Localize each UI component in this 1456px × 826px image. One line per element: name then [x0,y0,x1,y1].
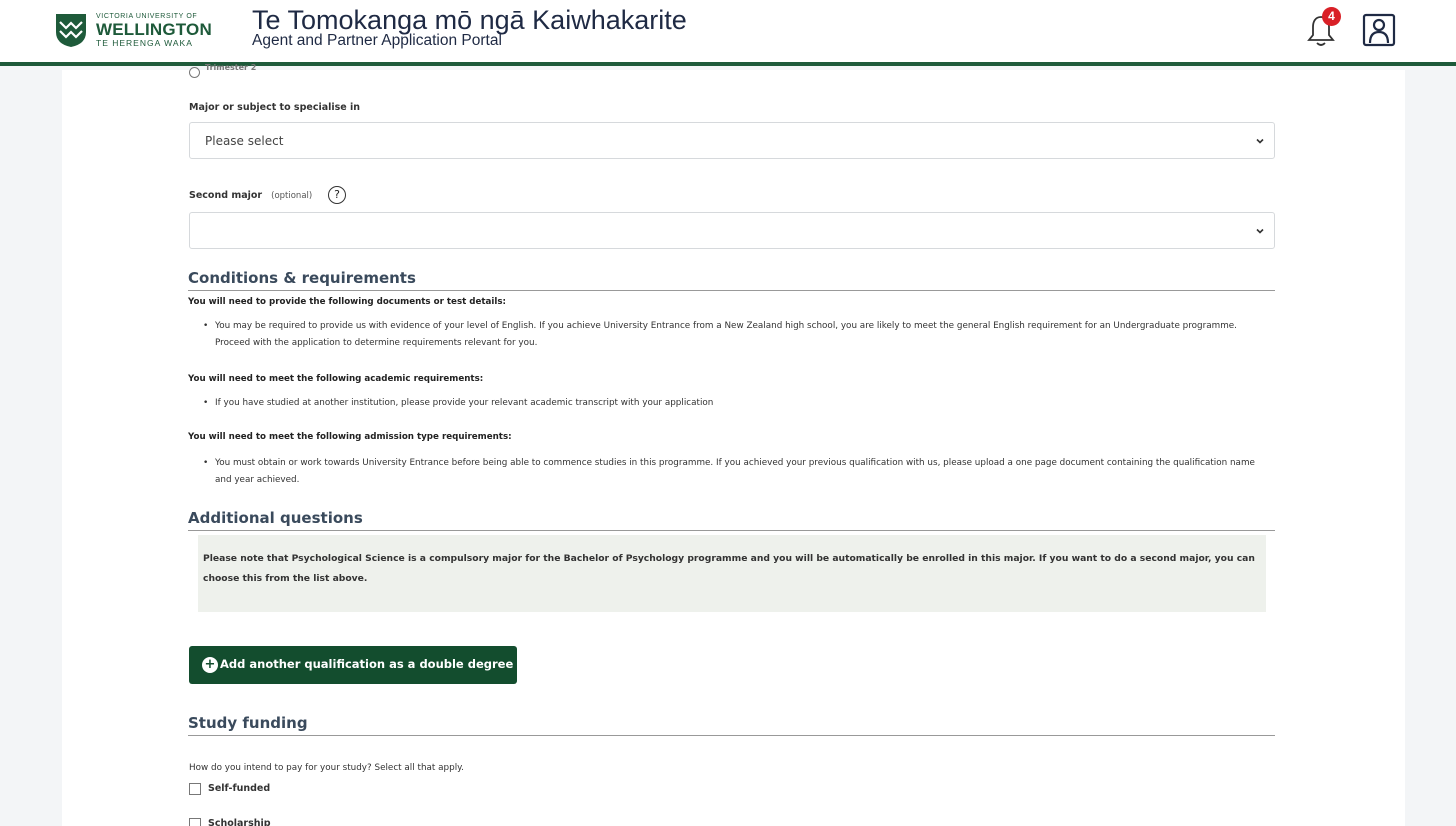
admission-intro: You will need to meet the following admi… [188,432,512,442]
self-funded-label: Self-funded [208,783,271,794]
trimester-radio-label: Trimester 2 [205,63,257,72]
user-profile-icon[interactable] [1362,13,1396,47]
info-note-text: Please note that Psychological Science i… [203,553,1255,584]
scholarship-checkbox[interactable] [189,818,201,826]
documents-item: You may be required to provide us with e… [215,321,1237,348]
university-logo[interactable]: VICTORIA UNIVERSITY OF WELLINGTON TE HER… [96,13,212,48]
major-label: Major or subject to specialise in [189,102,361,113]
add-double-degree-label: Add another qualification as a double de… [220,657,514,671]
add-double-degree-button[interactable]: + Add another qualification as a double … [189,646,517,684]
main-content-panel [62,70,1405,826]
second-major-label-row: Second major (optional) [189,190,312,201]
bullet-marker: • [203,321,209,331]
second-major-label: Second major [189,190,263,201]
plus-circle-icon: + [202,657,218,673]
documents-intro: You will need to provide the following d… [188,297,507,307]
app-title: Te Tomokanga mō ngā Kaiwhakarite [252,5,687,35]
major-select[interactable]: Please select [189,122,1275,159]
info-note-box: Please note that Psychological Science i… [198,535,1266,612]
conditions-heading: Conditions & requirements [188,269,1275,291]
bullet-marker: • [203,458,209,468]
funding-question: How do you intend to pay for your study?… [189,763,464,773]
logo-sub-text: TE HERENGA WAKA [96,38,193,48]
trimester-radio[interactable] [189,67,200,78]
academic-item: If you have studied at another instituti… [215,398,714,408]
chevron-down-icon [1256,228,1264,234]
notification-count-badge: 4 [1322,7,1341,26]
optional-tag: (optional) [271,191,313,201]
scholarship-label: Scholarship [208,818,271,826]
self-funded-checkbox[interactable] [189,783,201,795]
academic-intro: You will need to meet the following acad… [188,374,484,384]
help-icon[interactable]: ? [328,186,346,204]
app-header: VICTORIA UNIVERSITY OF WELLINGTON TE HER… [0,0,1456,66]
app-subtitle: Agent and Partner Application Portal [252,32,502,49]
bullet-marker: • [203,398,209,408]
additional-questions-heading: Additional questions [188,509,1275,531]
university-crest-icon [56,14,86,47]
second-major-select[interactable] [189,212,1275,249]
study-funding-heading: Study funding [188,714,1275,736]
logo-main-text: WELLINGTON [96,20,212,39]
chevron-down-icon [1256,138,1264,144]
admission-item: You must obtain or work towards Universi… [215,458,1255,485]
major-select-value: Please select [205,134,284,148]
